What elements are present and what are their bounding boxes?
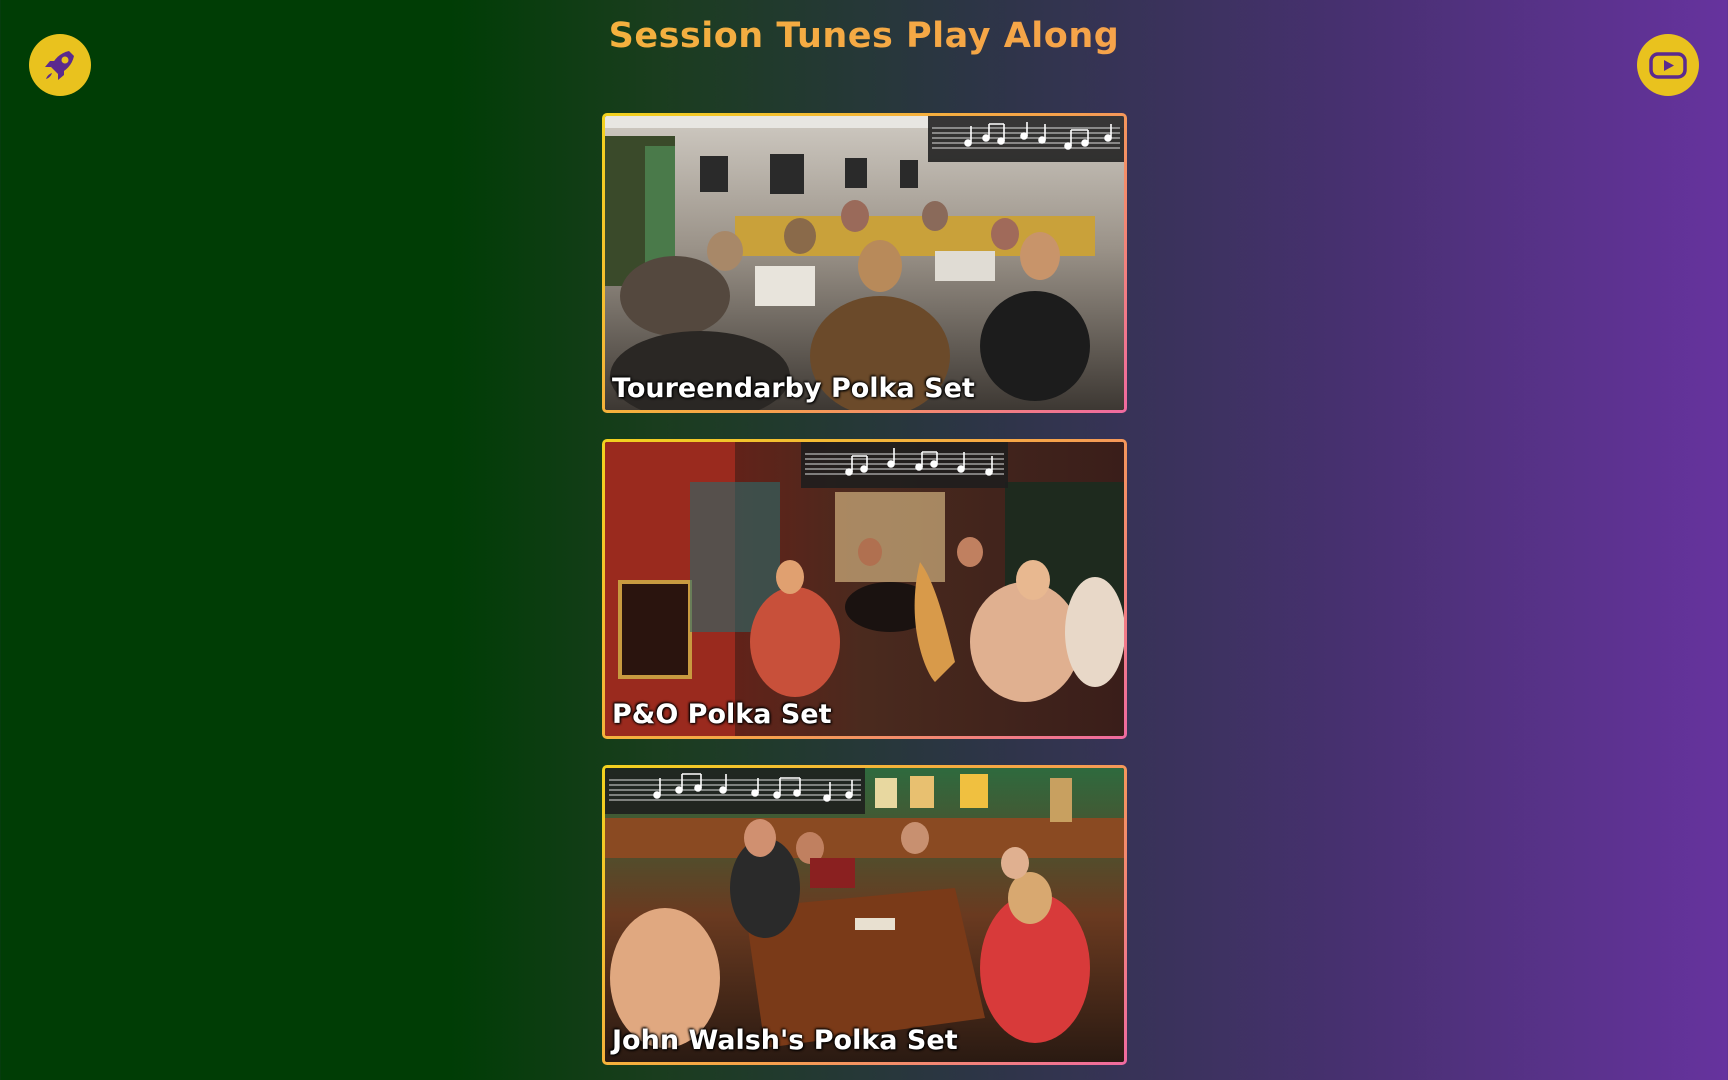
video-card[interactable]: P&O Polka Set	[602, 439, 1127, 739]
sheet-music-overlay	[605, 768, 865, 814]
youtube-icon	[1649, 52, 1687, 79]
home-button[interactable]	[29, 34, 91, 96]
video-list: Toureendarby Polka Set P&O Polka Set Joh…	[602, 113, 1127, 1080]
sheet-music-overlay	[928, 116, 1124, 162]
rocket-icon	[45, 51, 74, 80]
video-card[interactable]: John Walsh's Polka Set	[602, 765, 1127, 1065]
youtube-button[interactable]	[1637, 34, 1699, 96]
sheet-music-overlay	[801, 442, 1008, 488]
video-title: Toureendarby Polka Set	[612, 373, 975, 404]
video-title: P&O Polka Set	[612, 699, 832, 730]
page-title: Session Tunes Play Along	[0, 16, 1728, 56]
video-card[interactable]: Toureendarby Polka Set	[602, 113, 1127, 413]
video-title: John Walsh's Polka Set	[612, 1025, 958, 1056]
